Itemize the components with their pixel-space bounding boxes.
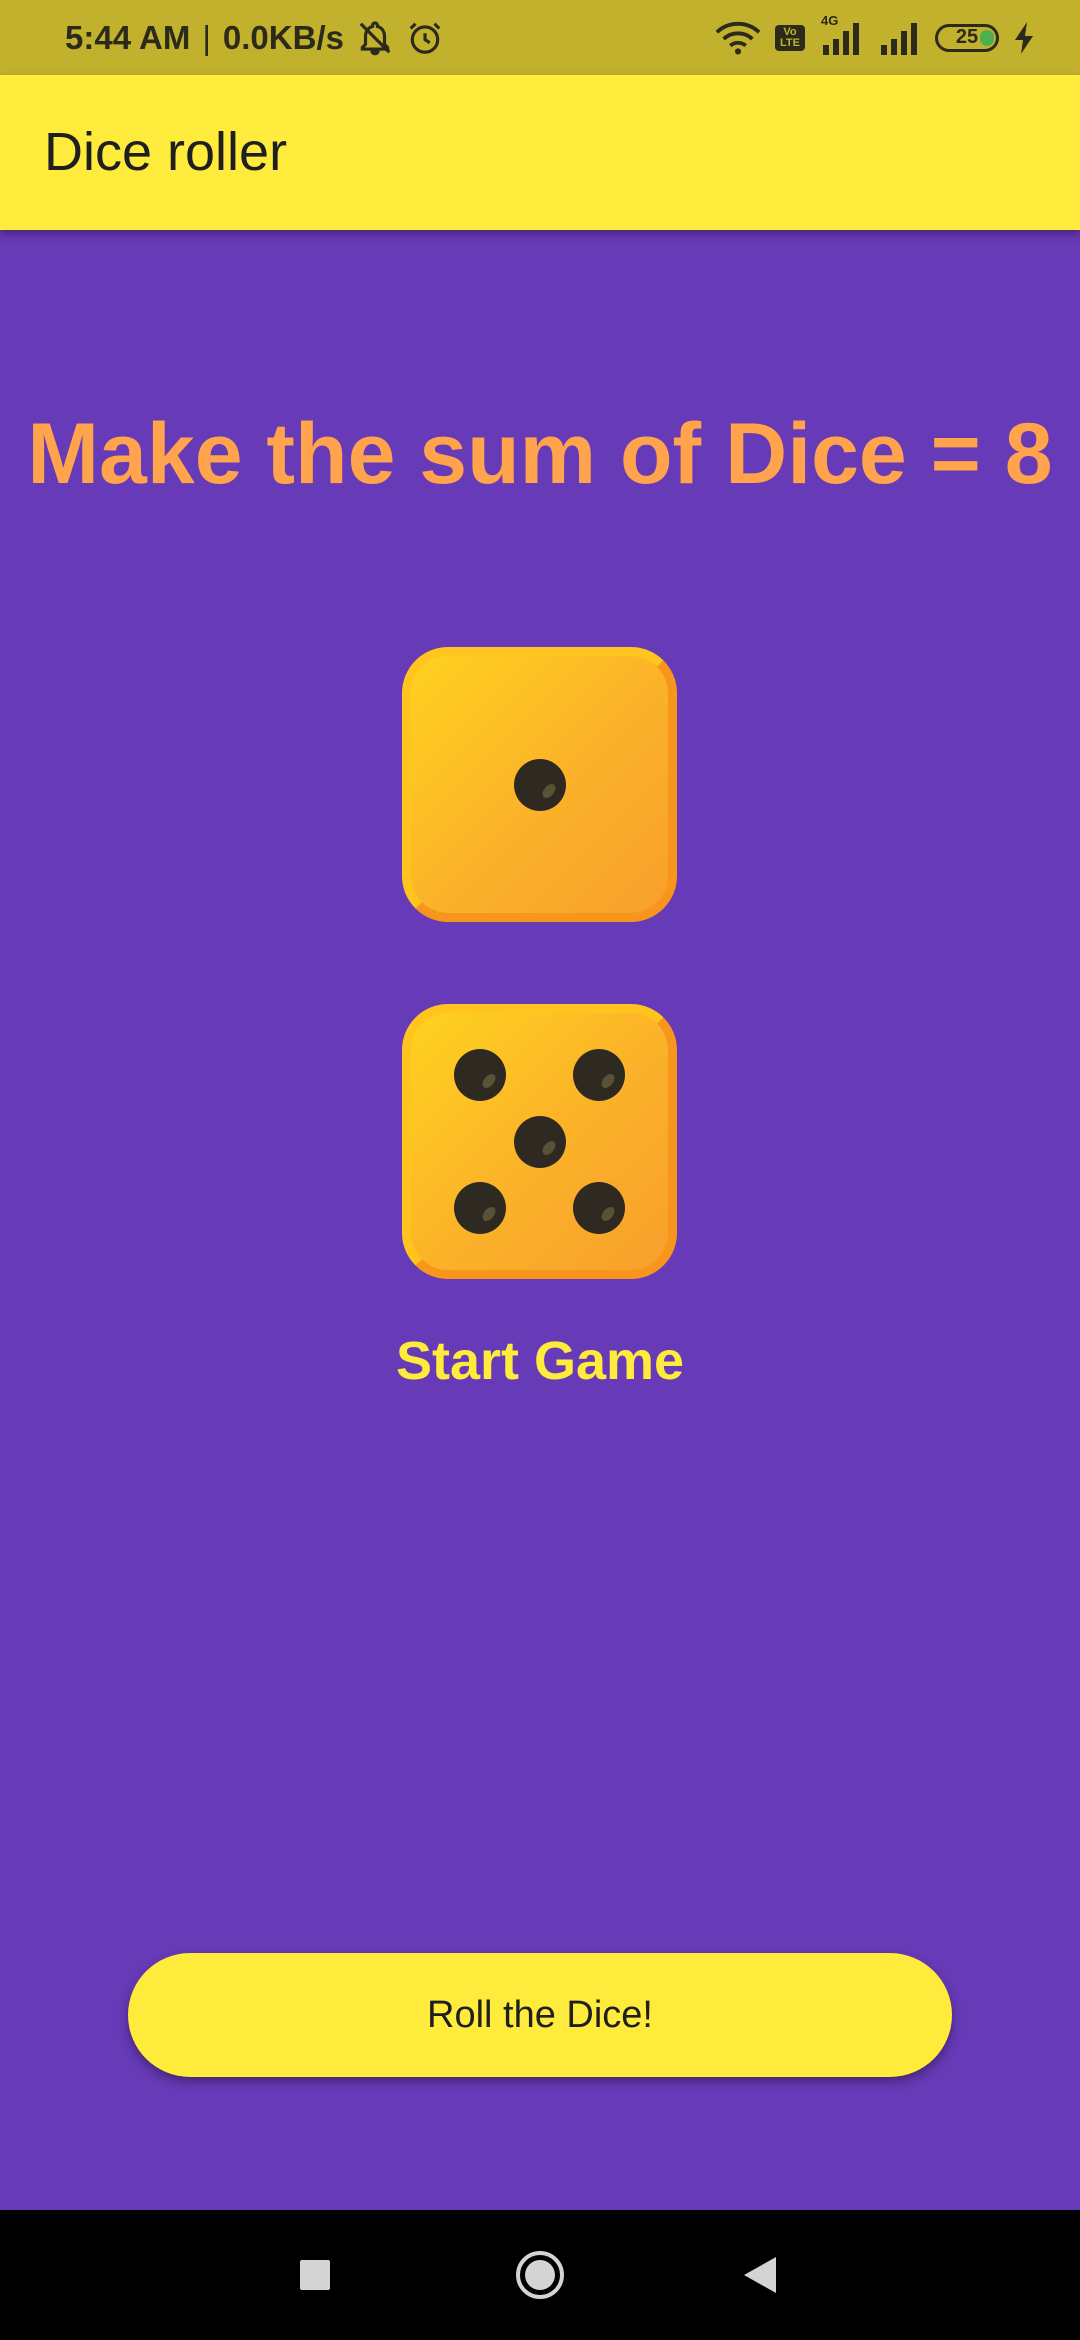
die-pip <box>513 758 566 811</box>
signal-icon <box>877 21 921 55</box>
app-bar: Dice roller <box>0 75 1080 230</box>
status-bar: 5:44 AM | 0.0KB/s Vo LTE 4G 25 <box>0 0 1080 75</box>
wifi-icon <box>715 20 761 56</box>
battery-level: 25 <box>955 26 979 49</box>
status-right: Vo LTE 4G 25 <box>715 0 1035 75</box>
app-title: Dice roller <box>44 122 288 182</box>
game-status-text: Start Game <box>395 1331 685 1391</box>
status-time: 5:44 AM <box>65 18 191 56</box>
die-pip <box>454 1182 507 1235</box>
die-pip <box>572 1048 625 1101</box>
mute-notifications-icon <box>356 19 394 57</box>
status-separator: | <box>202 18 211 56</box>
volte-icon: Vo LTE <box>775 24 805 51</box>
battery-icon: 25 <box>935 23 999 52</box>
alarm-icon <box>406 19 444 57</box>
network-speed: 0.0KB/s <box>222 18 344 56</box>
network-type-label: 4G <box>821 12 839 28</box>
navigation-bar <box>0 2210 1080 2340</box>
back-icon[interactable] <box>725 2240 795 2310</box>
signal-4g-icon: 4G <box>819 13 863 55</box>
die-1[interactable] <box>402 647 677 922</box>
home-icon[interactable] <box>505 2240 575 2310</box>
roll-dice-button[interactable]: Roll the Dice! <box>128 1953 952 2077</box>
charging-icon <box>1013 21 1035 54</box>
status-left: 5:44 AM | 0.0KB/s <box>65 0 444 75</box>
die-pip <box>572 1182 625 1235</box>
die-2[interactable] <box>402 1004 677 1279</box>
recents-icon[interactable] <box>280 2240 350 2310</box>
die-pip <box>454 1048 507 1101</box>
die-pip <box>513 1115 566 1168</box>
target-sum-headline: Make the sum of Dice = 8 <box>27 406 1053 502</box>
